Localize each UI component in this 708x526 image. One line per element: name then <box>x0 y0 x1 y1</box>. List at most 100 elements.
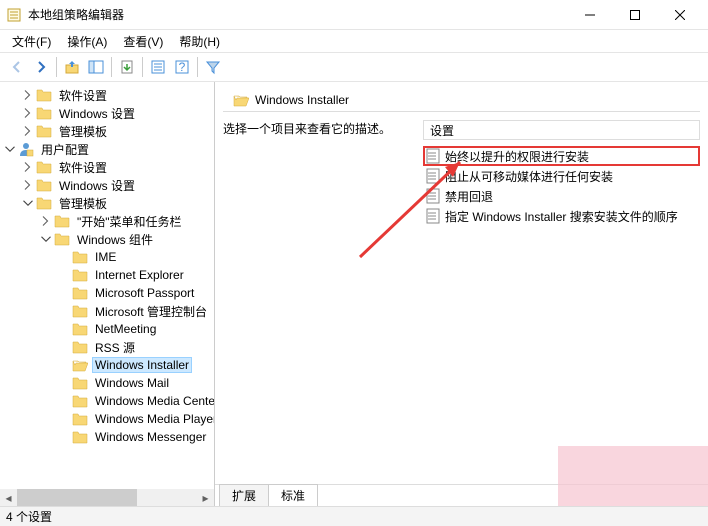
tree-item[interactable]: Internet Explorer <box>0 266 215 284</box>
chevron-down-icon[interactable] <box>22 197 34 209</box>
main-area: 软件设置Windows 设置管理模板用户配置软件设置Windows 设置管理模板… <box>0 82 708 506</box>
svg-text:?: ? <box>179 60 186 74</box>
maximize-button[interactable] <box>612 1 657 29</box>
menu-help[interactable]: 帮助(H) <box>171 31 228 52</box>
folder-icon <box>72 303 88 319</box>
folder-icon <box>72 285 88 301</box>
tab-extended[interactable]: 扩展 <box>219 484 269 506</box>
folder-icon <box>72 339 88 355</box>
scroll-right-button[interactable]: ▸ <box>197 489 214 506</box>
tree-item-label: Internet Explorer <box>92 267 187 283</box>
folder-icon <box>36 105 52 121</box>
toolbar: ? <box>0 52 708 82</box>
content-pane: Windows Installer 选择一个项目来查看它的描述。 设置 始终以提… <box>215 82 708 506</box>
tree-item[interactable]: Windows Installer <box>0 356 215 374</box>
folder-icon <box>72 375 88 391</box>
window-title: 本地组策略编辑器 <box>28 6 567 23</box>
policy-icon <box>425 188 441 204</box>
chevron-down-icon[interactable] <box>4 143 16 155</box>
tree-item-label: Microsoft Passport <box>92 285 197 301</box>
tree-item[interactable]: Windows Media Player <box>0 410 215 428</box>
refresh-button[interactable] <box>147 56 169 78</box>
chevron-right-icon[interactable] <box>22 161 34 173</box>
policy-item[interactable]: 始终以提升的权限进行安装 <box>423 146 700 166</box>
chevron-down-icon[interactable] <box>40 233 52 245</box>
folder-icon <box>72 411 88 427</box>
tree-item[interactable]: Windows 设置 <box>0 104 215 122</box>
user-config-icon <box>18 141 34 157</box>
tree-pane[interactable]: 软件设置Windows 设置管理模板用户配置软件设置Windows 设置管理模板… <box>0 82 215 506</box>
folder-open-icon <box>72 357 88 373</box>
show-hide-tree-button[interactable] <box>85 56 107 78</box>
policy-icon <box>425 148 441 164</box>
tree-item[interactable]: Windows Mail <box>0 374 215 392</box>
back-button[interactable] <box>6 56 28 78</box>
forward-button[interactable] <box>30 56 52 78</box>
tree-item[interactable]: 用户配置 <box>0 140 215 158</box>
help-button[interactable]: ? <box>171 56 193 78</box>
tree-item-label: IME <box>92 249 119 265</box>
policy-list-column: 设置 始终以提升的权限进行安装阻止从可移动媒体进行任何安装禁用回退指定 Wind… <box>423 120 700 476</box>
policy-item[interactable]: 禁用回退 <box>423 186 700 206</box>
policy-item[interactable]: 阻止从可移动媒体进行任何安装 <box>423 166 700 186</box>
up-button[interactable] <box>61 56 83 78</box>
tree-item[interactable]: NetMeeting <box>0 320 215 338</box>
chevron-right-icon[interactable] <box>22 107 34 119</box>
tree-item-label: 软件设置 <box>56 86 110 105</box>
tree-horizontal-scrollbar[interactable]: ◂ ▸ <box>0 489 214 506</box>
tree-item-label: 用户配置 <box>38 140 92 159</box>
menu-file[interactable]: 文件(F) <box>4 31 59 52</box>
tree-item-label: NetMeeting <box>92 321 159 337</box>
tree-item-label: Windows Installer <box>92 357 192 373</box>
policy-icon <box>425 208 441 224</box>
status-count: 4 个设置 <box>6 508 52 525</box>
tree-item[interactable]: RSS 源 <box>0 338 215 356</box>
menu-view[interactable]: 查看(V) <box>115 31 171 52</box>
tree-item[interactable]: Microsoft Passport <box>0 284 215 302</box>
folder-icon <box>72 393 88 409</box>
statusbar: 4 个设置 <box>0 506 708 526</box>
tree-item-label: Windows 设置 <box>56 176 138 195</box>
chevron-right-icon[interactable] <box>22 89 34 101</box>
tab-standard[interactable]: 标准 <box>268 484 318 506</box>
folder-icon <box>36 159 52 175</box>
chevron-right-icon[interactable] <box>22 179 34 191</box>
minimize-button[interactable] <box>567 1 612 29</box>
folder-icon <box>233 92 249 108</box>
scroll-thumb[interactable] <box>17 489 137 506</box>
filter-button[interactable] <box>202 56 224 78</box>
tree-item[interactable]: Windows Messenger <box>0 428 215 446</box>
export-button[interactable] <box>116 56 138 78</box>
content-heading: Windows Installer <box>223 88 700 112</box>
scroll-track[interactable] <box>17 489 197 506</box>
close-button[interactable] <box>657 1 702 29</box>
tree-item[interactable]: 管理模板 <box>0 194 215 212</box>
scroll-left-button[interactable]: ◂ <box>0 489 17 506</box>
tree-item[interactable]: "开始"菜单和任务栏 <box>0 212 215 230</box>
chevron-right-icon[interactable] <box>40 215 52 227</box>
tree-item[interactable]: Windows Media Center <box>0 392 215 410</box>
tree-item[interactable]: 软件设置 <box>0 158 215 176</box>
tree-item-label: 软件设置 <box>56 158 110 177</box>
content-heading-title: Windows Installer <box>255 93 349 107</box>
menu-action[interactable]: 操作(A) <box>59 31 115 52</box>
chevron-right-icon[interactable] <box>22 125 34 137</box>
folder-icon <box>72 321 88 337</box>
tree-item[interactable]: Windows 组件 <box>0 230 215 248</box>
tree-item[interactable]: 软件设置 <box>0 86 215 104</box>
policy-item[interactable]: 指定 Windows Installer 搜索安装文件的顺序 <box>423 206 700 226</box>
policy-label: 指定 Windows Installer 搜索安装文件的顺序 <box>445 208 678 225</box>
folder-icon <box>72 429 88 445</box>
column-header-settings[interactable]: 设置 <box>423 120 700 140</box>
tree-item[interactable]: Windows 设置 <box>0 176 215 194</box>
tree-item[interactable]: 管理模板 <box>0 122 215 140</box>
tree-item-label: "开始"菜单和任务栏 <box>74 212 185 231</box>
tree-item[interactable]: IME <box>0 248 215 266</box>
tree-item[interactable]: Microsoft 管理控制台 <box>0 302 215 320</box>
menubar: 文件(F) 操作(A) 查看(V) 帮助(H) <box>0 30 708 52</box>
folder-icon <box>36 123 52 139</box>
tree-item-label: 管理模板 <box>56 122 110 141</box>
folder-icon <box>36 87 52 103</box>
description-prompt: 选择一个项目来查看它的描述。 <box>223 120 415 137</box>
tree-item-label: Windows 设置 <box>56 104 138 123</box>
